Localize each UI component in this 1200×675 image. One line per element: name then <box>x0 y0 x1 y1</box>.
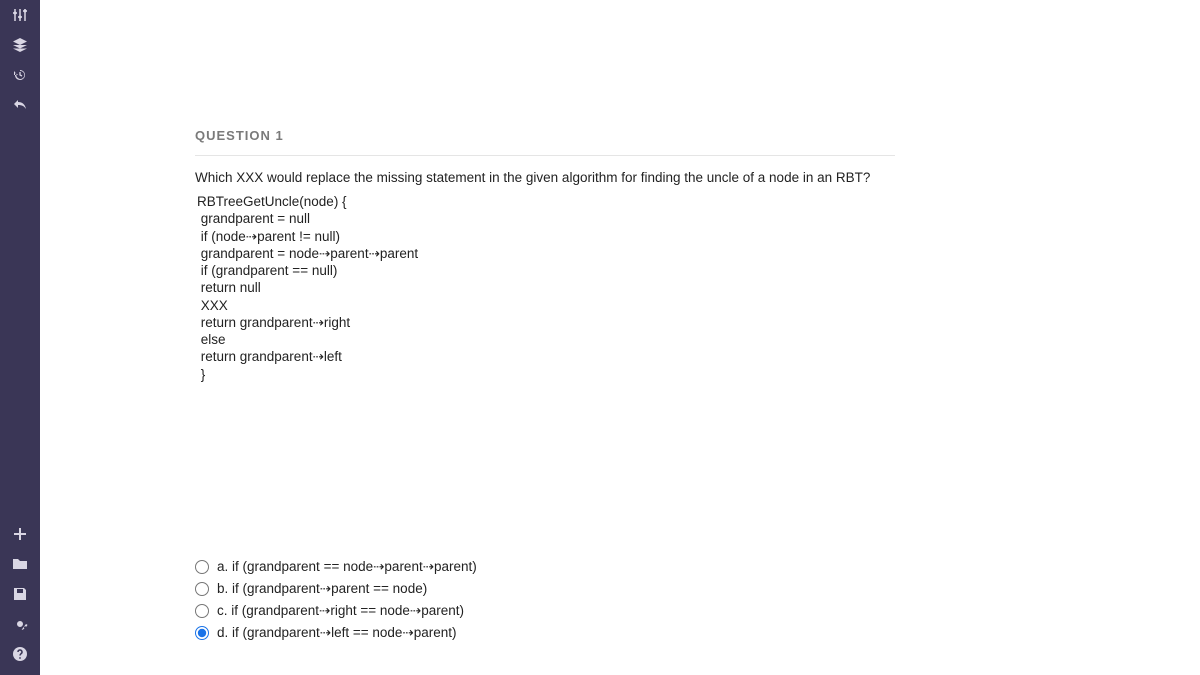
option-c-label: c. if (grandparent⇢right == node⇢parent) <box>217 603 464 619</box>
radio-a[interactable] <box>195 560 209 574</box>
folder-icon[interactable] <box>11 555 29 573</box>
save-icon[interactable] <box>11 585 29 603</box>
question-prompt: Which XXX would replace the missing stat… <box>195 170 895 185</box>
radio-b[interactable] <box>195 582 209 596</box>
radio-c[interactable] <box>195 604 209 618</box>
option-b-label: b. if (grandparent⇢parent == node) <box>217 581 427 597</box>
plus-icon[interactable] <box>11 525 29 543</box>
settings-icon[interactable] <box>11 615 29 633</box>
main-content: QUESTION 1 Which XXX would replace the m… <box>40 0 1200 675</box>
sidebar-bottom-group <box>11 525 29 675</box>
question-code: RBTreeGetUncle(node) { grandparent = nul… <box>195 193 895 383</box>
undo-icon[interactable] <box>11 96 29 114</box>
question-body: Which XXX would replace the missing stat… <box>195 156 895 641</box>
option-d-label: d. if (grandparent⇢left == node⇢parent) <box>217 625 457 641</box>
layers-icon[interactable] <box>11 36 29 54</box>
question-title: QUESTION 1 <box>195 128 895 156</box>
question-card: QUESTION 1 Which XXX would replace the m… <box>195 128 895 641</box>
sidebar-top-group <box>11 6 29 114</box>
option-c[interactable]: c. if (grandparent⇢right == node⇢parent) <box>195 603 895 619</box>
sidebar <box>0 0 40 675</box>
option-a[interactable]: a. if (grandparent == node⇢parent⇢parent… <box>195 559 895 575</box>
option-b[interactable]: b. if (grandparent⇢parent == node) <box>195 581 895 597</box>
history-icon[interactable] <box>11 66 29 84</box>
option-a-label: a. if (grandparent == node⇢parent⇢parent… <box>217 559 477 575</box>
radio-d[interactable] <box>195 626 209 640</box>
answer-options: a. if (grandparent == node⇢parent⇢parent… <box>195 559 895 641</box>
adjust-icon[interactable] <box>11 6 29 24</box>
help-icon[interactable] <box>11 645 29 663</box>
option-d[interactable]: d. if (grandparent⇢left == node⇢parent) <box>195 625 895 641</box>
